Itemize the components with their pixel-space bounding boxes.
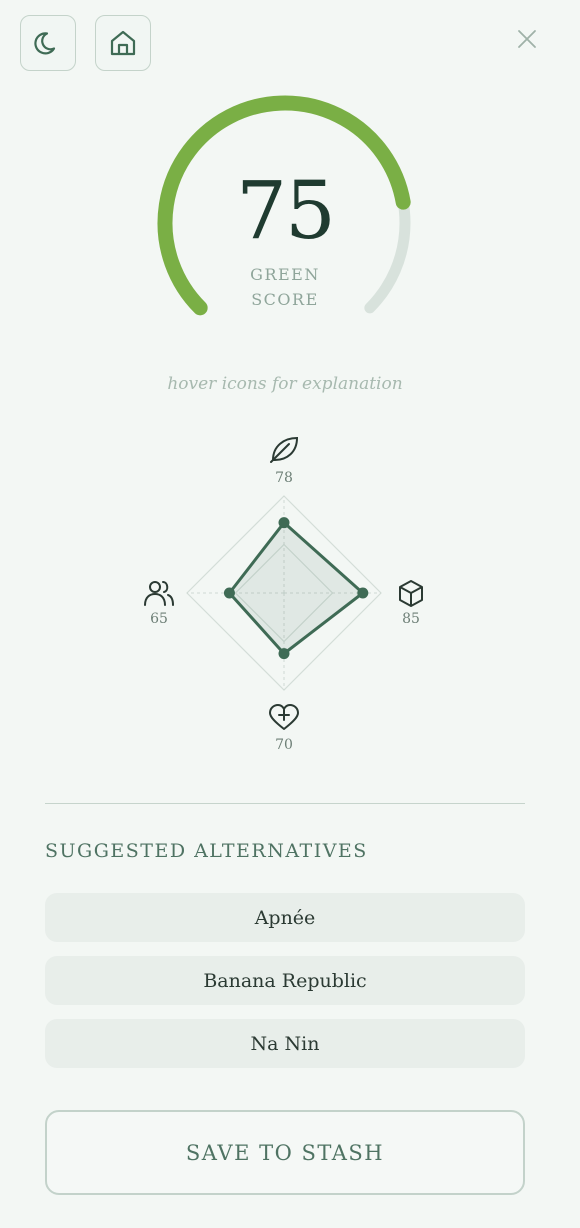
- radar-point: [223, 587, 235, 599]
- leaf-icon[interactable]: [270, 436, 299, 463]
- alternative-item[interactable]: Na Nin: [45, 1019, 525, 1068]
- radar-value-top: 78: [275, 470, 293, 486]
- save-to-stash-button[interactable]: SAVE TO STASH: [45, 1110, 525, 1195]
- green-score-value: 75: [236, 164, 336, 257]
- alternatives-title: SUGGESTED ALTERNATIVES: [45, 840, 368, 862]
- hover-hint: hover icons for explanation: [167, 374, 403, 394]
- cube-icon[interactable]: [399, 580, 423, 607]
- green-score-label-line1: GREEN: [250, 265, 320, 284]
- radar-value-bottom: 70: [275, 737, 293, 753]
- close-icon: [518, 30, 536, 48]
- radar-shape: [227, 521, 365, 656]
- close-button[interactable]: [512, 24, 542, 54]
- alternative-item[interactable]: Apnée: [45, 893, 525, 942]
- section-divider: [45, 803, 525, 804]
- moon-icon: [34, 32, 56, 55]
- heart-plus-icon[interactable]: [269, 704, 299, 730]
- radar-point: [278, 648, 290, 660]
- theme-toggle-button[interactable]: [20, 15, 76, 71]
- home-button[interactable]: [95, 15, 151, 71]
- radar-point: [357, 587, 369, 599]
- people-icon[interactable]: [144, 581, 174, 606]
- green-score-label-line2: SCORE: [251, 290, 319, 309]
- radar-chart: 78 85 70 65: [144, 436, 423, 753]
- home-icon: [110, 30, 136, 56]
- alternative-item[interactable]: Banana Republic: [45, 956, 525, 1005]
- radar-value-left: 65: [150, 611, 168, 627]
- radar-value-right: 85: [402, 611, 420, 627]
- radar-point: [278, 517, 290, 529]
